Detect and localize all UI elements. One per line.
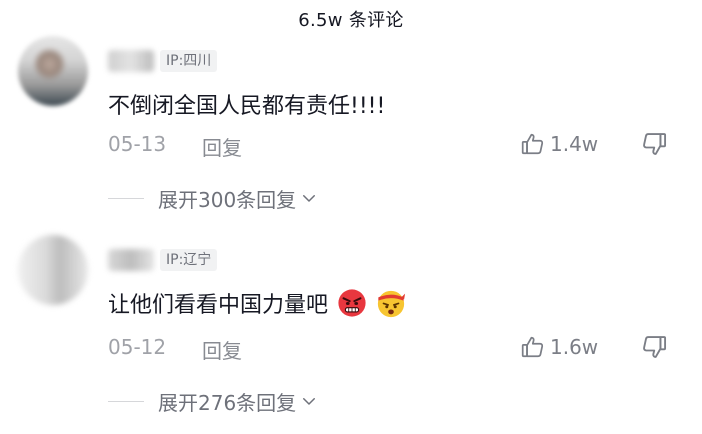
expand-replies-label: 展开300条回复 bbox=[158, 187, 297, 212]
comment-text-body: 让他们看看中国力量吧 bbox=[108, 293, 329, 318]
comment-text[interactable]: 让他们看看中国力量吧 bbox=[108, 287, 406, 319]
chevron-down-icon bbox=[303, 195, 316, 202]
fighting-headband-emoji bbox=[377, 290, 406, 318]
chevron-down-icon bbox=[303, 398, 316, 405]
expand-replies-label: 展开276条回复 bbox=[158, 390, 297, 415]
ip-location-badge: IP:四川 bbox=[160, 50, 218, 72]
like-count: 1.4w bbox=[550, 132, 599, 156]
comment-item: IP:四川 不倒闭全国人民都有责任!!!! 05-13 回复 1.4w 展开30… bbox=[0, 28, 702, 231]
comment-date: 05-13 bbox=[108, 132, 167, 156]
angry-face-emoji bbox=[338, 289, 366, 317]
divider-line bbox=[108, 400, 144, 402]
divider-line bbox=[108, 197, 144, 199]
thumb-up-icon bbox=[521, 336, 544, 358]
avatar[interactable] bbox=[18, 235, 88, 305]
thumb-down-icon[interactable] bbox=[640, 333, 668, 361]
like-count: 1.6w bbox=[550, 335, 599, 359]
reply-button[interactable]: 回复 bbox=[202, 132, 242, 161]
expand-replies[interactable]: 展开276条回复 bbox=[108, 387, 318, 415]
expand-replies[interactable]: 展开300条回复 bbox=[108, 184, 318, 212]
comments-panel: 6.5w 条评论 IP:四川 不倒闭全国人民都有责任!!!! 05-13 回复 … bbox=[0, 0, 702, 434]
comment-date: 05-12 bbox=[108, 335, 167, 359]
username-blurred[interactable] bbox=[108, 249, 154, 271]
comment-item: IP:辽宁 让他们看看中国力量吧 05-12 回复 1.6w 展开276条回复 bbox=[0, 231, 702, 434]
like-button[interactable]: 1.6w bbox=[520, 333, 598, 361]
username-blurred[interactable] bbox=[108, 50, 154, 72]
like-button[interactable]: 1.4w bbox=[520, 130, 598, 158]
avatar[interactable] bbox=[18, 36, 88, 106]
thumb-up-icon bbox=[521, 133, 544, 155]
ip-location-badge: IP:辽宁 bbox=[160, 249, 218, 271]
comment-text[interactable]: 不倒闭全国人民都有责任!!!! bbox=[108, 88, 385, 120]
thumb-down-icon[interactable] bbox=[640, 130, 668, 158]
reply-button[interactable]: 回复 bbox=[202, 335, 242, 364]
